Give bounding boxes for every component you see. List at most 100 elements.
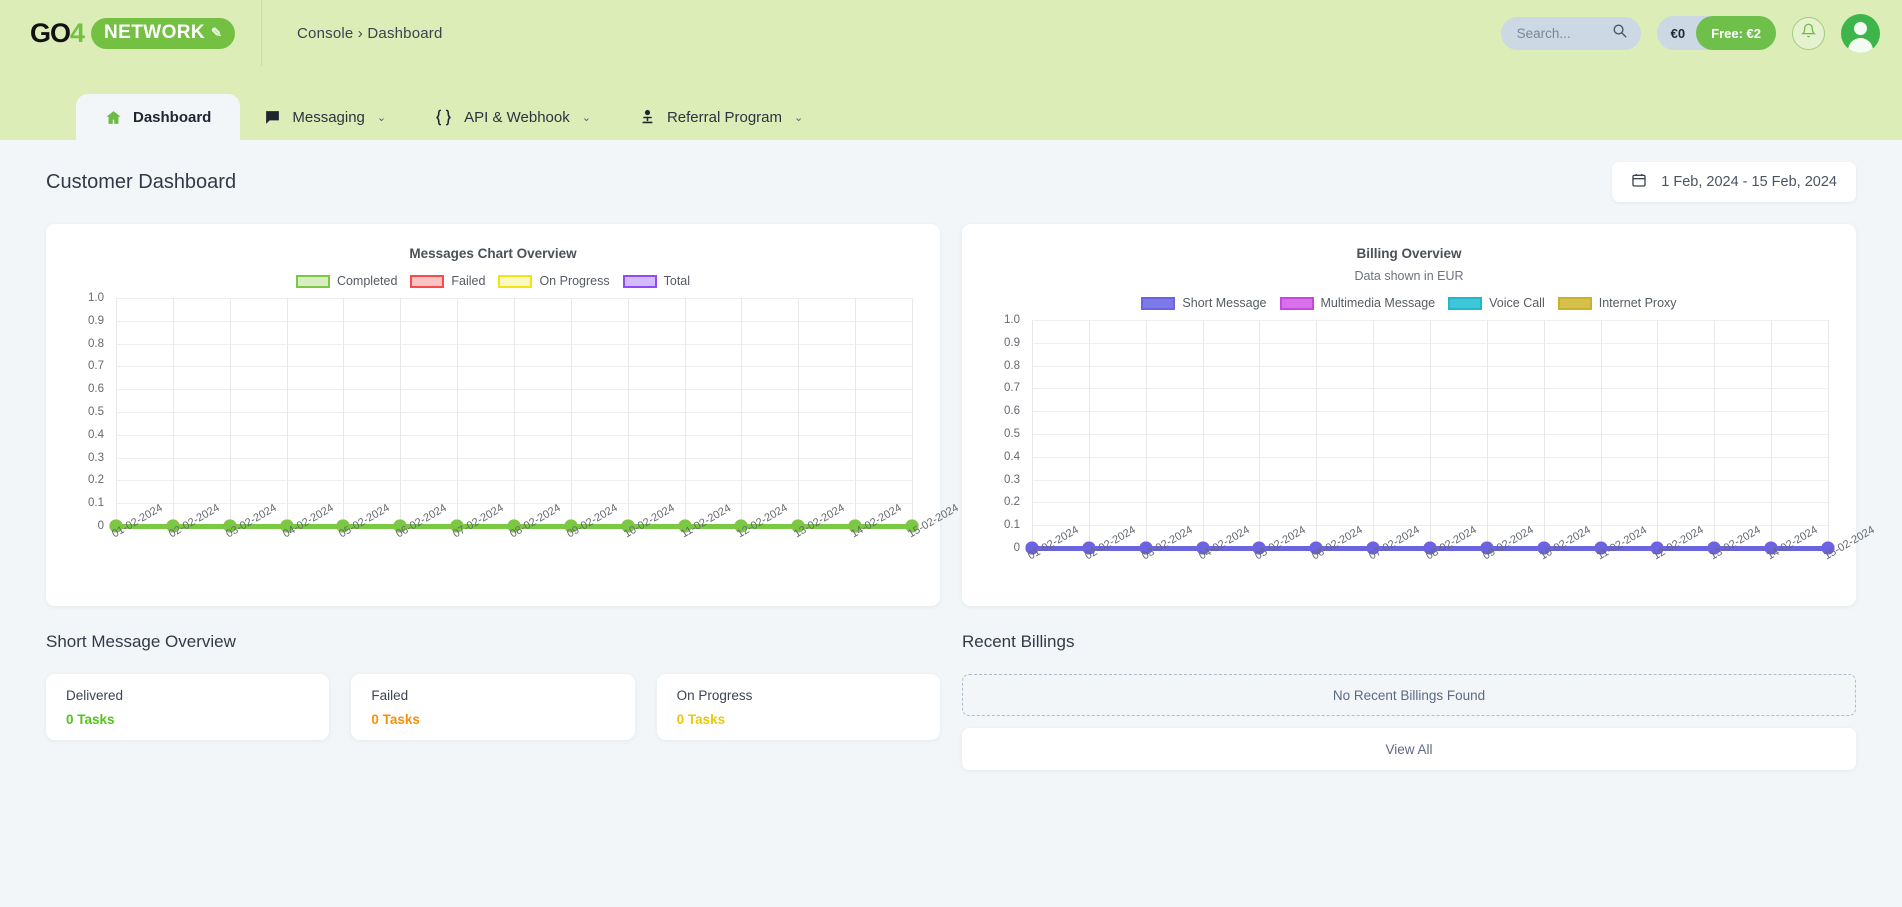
legend-item[interactable]: Total — [622, 274, 690, 288]
charts-row: Messages Chart Overview Completed Failed O… — [46, 224, 1877, 606]
legend-item[interactable]: Short Message — [1141, 296, 1267, 310]
date-range-picker[interactable]: 1 Feb, 2024 - 15 Feb, 2024 — [1612, 162, 1856, 202]
grid-line-vertical — [1828, 320, 1829, 548]
logo-text: GO4 — [30, 17, 85, 48]
person-icon — [639, 109, 656, 126]
legend-swatch — [1557, 296, 1592, 310]
legend-item[interactable]: Multimedia Message — [1279, 296, 1435, 310]
tab-referral-program-label: Referral Program — [666, 108, 783, 126]
grid-line-vertical — [116, 298, 117, 526]
grid-line-vertical — [1600, 320, 1602, 548]
y-axis-tick: 0.2 — [1004, 496, 1020, 509]
y-axis-tick: 0.6 — [1004, 405, 1020, 418]
no-billings-placeholder: No Recent Billings Found — [962, 674, 1856, 716]
legend-label: Failed — [451, 274, 486, 288]
legend-item[interactable]: Voice Call — [1448, 296, 1545, 310]
grid-line-vertical — [1714, 320, 1716, 548]
section-title: Recent Billings — [962, 632, 1075, 651]
y-axis-tick: 0.8 — [1004, 359, 1020, 372]
y-axis-tick: 0 — [1013, 542, 1020, 554]
date-range-label: 1 Feb, 2024 - 15 Feb, 2024 — [1661, 174, 1837, 190]
y-axis-tick: 0.9 — [1004, 336, 1020, 349]
y-axis-tick: 0.9 — [88, 314, 104, 327]
grid-line-vertical — [457, 298, 459, 526]
stat-card[interactable]: Delivered 0 Tasks — [46, 674, 330, 740]
credit-amount: €0 — [1670, 25, 1686, 41]
chart-grid — [1025, 320, 1835, 555]
y-axis-tick: 1.0 — [88, 292, 104, 304]
grid-line-vertical — [400, 298, 402, 526]
top-bar-right: Search... €0 Free: €2 — [1500, 0, 1880, 66]
legend-item[interactable]: Internet Proxy — [1557, 296, 1677, 310]
grid-line-vertical — [912, 298, 913, 526]
legend-swatch — [410, 274, 445, 288]
app-logo[interactable]: GO4 NETWORK ✎ — [30, 17, 236, 49]
y-axis-tick: 0.8 — [88, 337, 104, 350]
top-bar: GO4 NETWORK ✎ Console › Dashboard Search… — [0, 0, 1902, 66]
bottom-row: Short Message Overview Delivered 0 Tasks F… — [46, 632, 1856, 770]
avatar-head-icon — [1854, 21, 1867, 35]
grid-line-vertical — [1202, 320, 1204, 548]
free-credit-badge[interactable]: Free: €2 — [1696, 16, 1776, 50]
credit-pill[interactable]: €0 Free: €2 — [1656, 16, 1776, 50]
search-icon — [1612, 23, 1627, 43]
tab-api-webhook-label: API & Webhook — [464, 108, 570, 126]
tab-messaging[interactable]: Messaging ⌄ — [240, 94, 410, 140]
stat-card[interactable]: Failed 0 Tasks — [351, 674, 635, 740]
y-axis-tick: 0.1 — [1004, 519, 1020, 532]
logo-zone: GO4 NETWORK ✎ — [0, 0, 262, 66]
tab-messaging-label: Messaging — [292, 108, 365, 126]
calendar-icon — [1631, 172, 1647, 192]
legend-item[interactable]: On Progress — [498, 274, 610, 288]
grid-line-vertical — [855, 298, 857, 526]
legend-swatch — [498, 274, 533, 288]
legend-item[interactable]: Completed — [295, 274, 398, 288]
legend-swatch — [622, 274, 657, 288]
view-all-button[interactable]: View All — [962, 728, 1856, 770]
search-input[interactable]: Search... — [1500, 16, 1641, 50]
page-title: Customer Dashboard — [46, 170, 237, 193]
messages-chart-card: Messages Chart Overview Completed Failed O… — [46, 224, 961, 606]
y-axis-tick: 0.1 — [88, 497, 104, 510]
stat-cards: Delivered 0 Tasks Failed 0 Tasks On Progress… — [46, 674, 940, 740]
avatar[interactable] — [1841, 13, 1880, 53]
logo-pill: NETWORK ✎ — [91, 17, 236, 49]
chart-grid — [109, 298, 919, 533]
legend-swatch — [295, 274, 330, 288]
chart-subtitle: Data shown in EUR — [1354, 269, 1464, 283]
stat-card-label: On Progress — [676, 688, 753, 703]
y-axis-tick: 0.6 — [88, 383, 104, 396]
y-axis-tick: 0.3 — [88, 451, 104, 464]
y-axis-tick: 0.5 — [1004, 428, 1020, 440]
legend-item[interactable]: Failed — [410, 274, 485, 288]
chevron-down-icon: ⌄ — [376, 111, 387, 124]
chevron-down-icon: ⌄ — [794, 111, 804, 124]
chart-legend: Completed Failed On Progress Total — [72, 274, 914, 288]
tab-referral-program[interactable]: Referral Program ⌄ — [615, 94, 827, 140]
search-placeholder: Search... — [1516, 25, 1571, 41]
legend-label: On Progress — [539, 274, 610, 288]
grid-line-vertical — [1088, 320, 1090, 548]
legend-label: Completed — [336, 274, 398, 288]
grid-line-vertical — [1373, 320, 1375, 548]
notification-bell-button[interactable] — [1792, 16, 1825, 50]
legend-swatch — [1448, 296, 1483, 310]
y-axis: 1.0 0.9 0.8 0.7 0.6 0.5 0.4 0.3 0.2 0.1 0 — [72, 292, 108, 532]
legend-swatch — [1141, 296, 1176, 310]
chart-legend: Short Message Multimedia Message Voice Cal… — [988, 296, 1830, 310]
billing-chart-card: Billing Overview Data shown in EUR Short… — [962, 224, 1877, 606]
legend-label: Short Message — [1182, 296, 1267, 310]
breadcrumb[interactable]: Console › Dashboard — [297, 25, 443, 42]
grid-line-vertical — [1771, 320, 1773, 548]
y-axis-tick: 0.7 — [1004, 382, 1020, 395]
legend-swatch — [1279, 296, 1314, 310]
stat-card[interactable]: On Progress 0 Tasks — [656, 674, 940, 740]
grid-line-vertical — [1259, 320, 1261, 548]
chat-icon — [264, 109, 281, 126]
grid-line-vertical — [684, 298, 686, 526]
tab-dashboard[interactable]: Dashboard — [76, 94, 241, 140]
grid-line-vertical — [1543, 320, 1545, 548]
tab-api-webhook[interactable]: API & Webhook ⌄ — [410, 94, 615, 140]
y-axis-tick: 1.0 — [1004, 314, 1020, 326]
chart-title: Billing Overview — [1356, 246, 1462, 261]
